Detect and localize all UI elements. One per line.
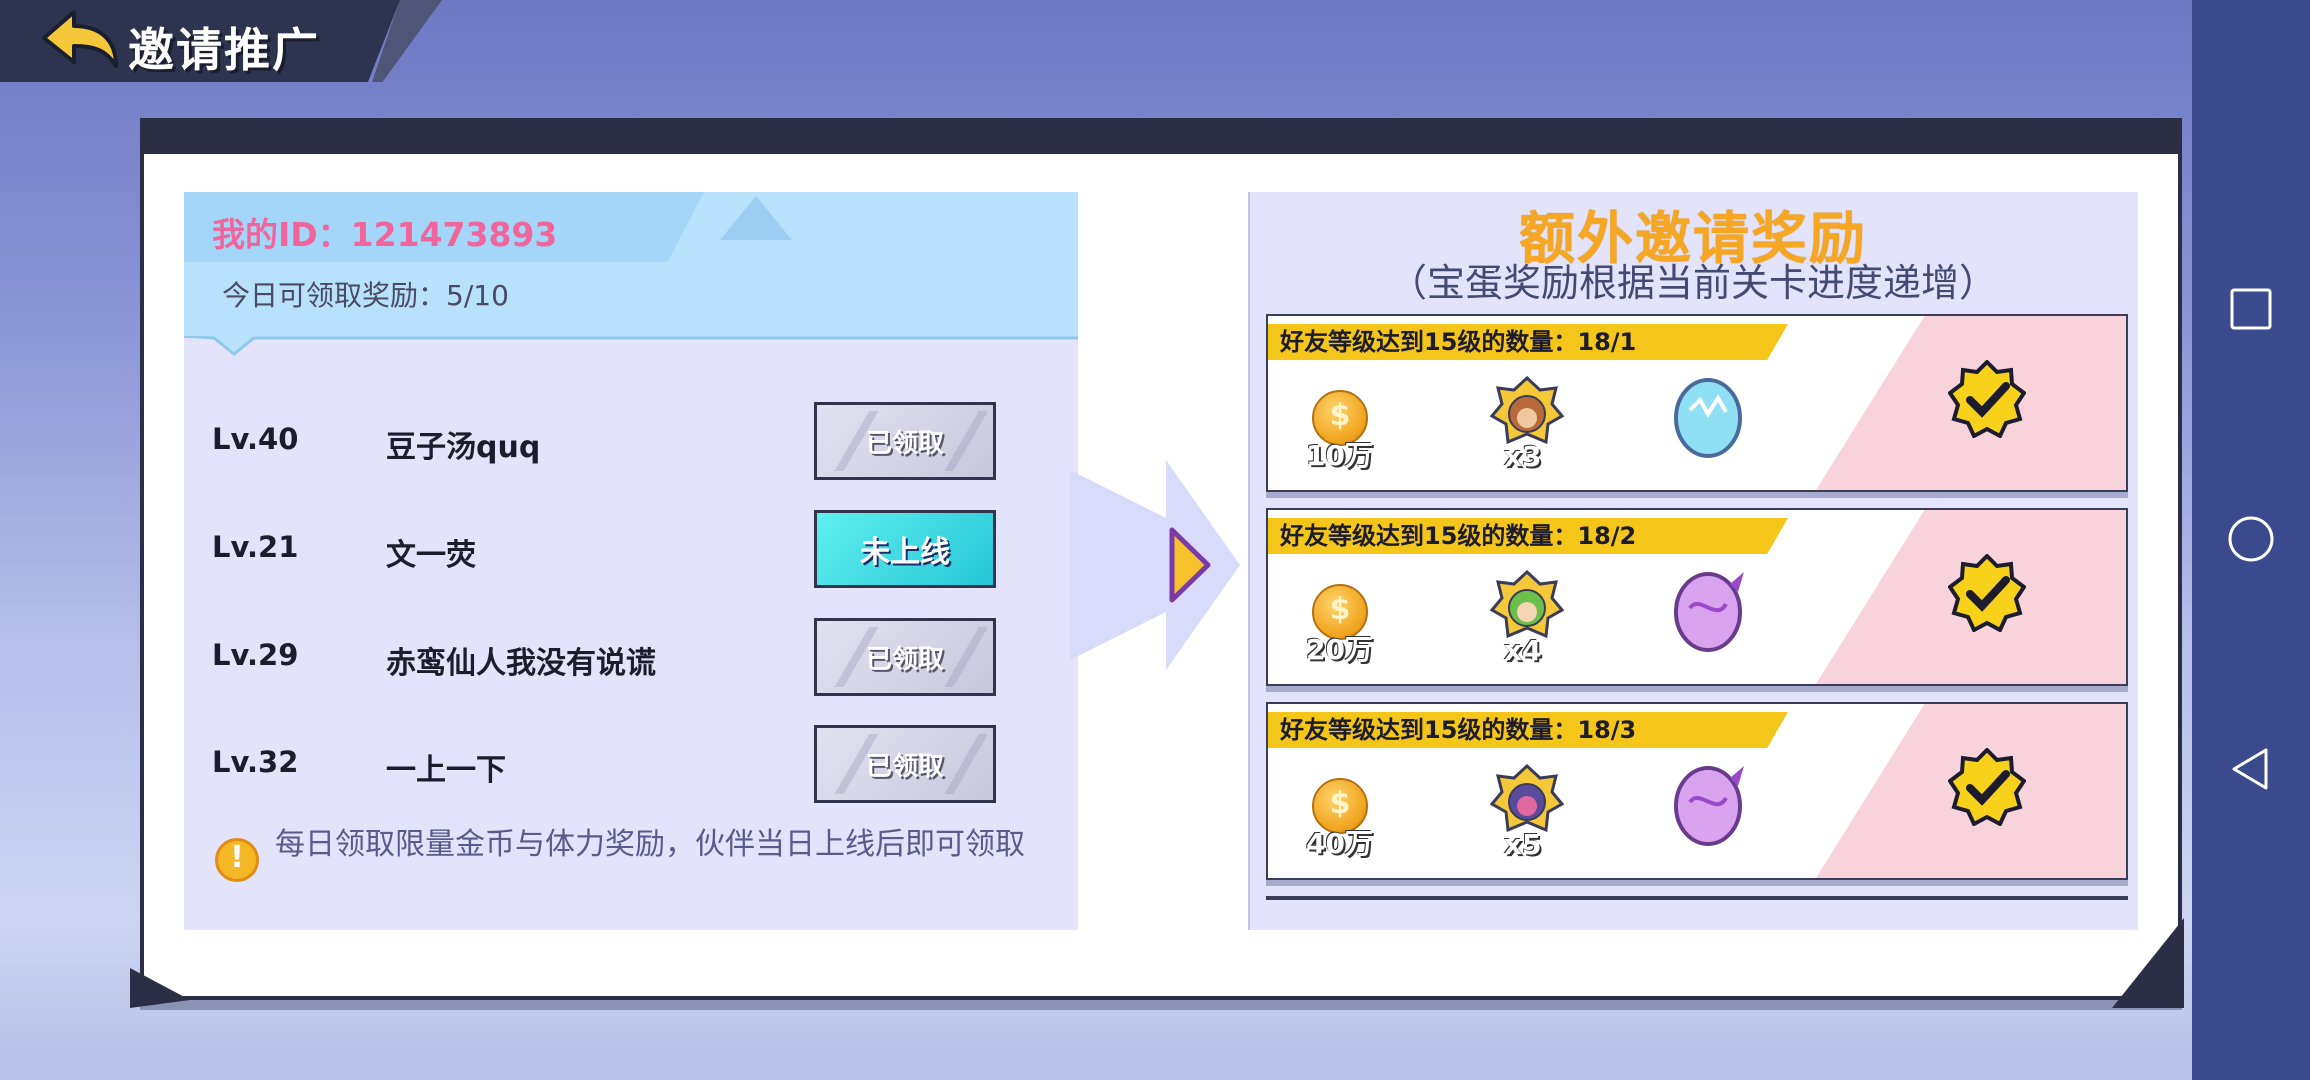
- check-badge-icon: [1947, 359, 2027, 439]
- circle-nav-icon: [2228, 516, 2274, 562]
- friend-name: 豆子汤quq: [386, 430, 541, 465]
- offline-button[interactable]: 未上线: [814, 510, 996, 588]
- hero-icon: [1489, 763, 1565, 838]
- notice-text: 每日领取限量金币与体力奖励，伙伴当日上线后即可领取: [275, 827, 1025, 862]
- friend-level: Lv.29: [212, 638, 299, 672]
- warning-icon: [215, 838, 259, 882]
- page-title: 邀请推广: [128, 23, 320, 77]
- friend-name: 赤鸾仙人我没有说谎: [386, 646, 656, 681]
- arrow-right-icon[interactable]: [1168, 526, 1212, 604]
- egg-icon: [1668, 564, 1748, 654]
- friend-name: 一上一下: [386, 753, 506, 788]
- friend-level: Lv.32: [212, 745, 299, 779]
- reward-condition: 好友等级达到15级的数量：18/3: [1268, 712, 1788, 748]
- egg-icon: [1668, 758, 1748, 848]
- coin-amount: 20万: [1306, 633, 1373, 666]
- system-nav-bar: [2192, 0, 2310, 1080]
- friend-row: Lv.32 一上一下 已领取: [184, 725, 1078, 805]
- daily-reward-count: 今日可领取奖励：5/10: [222, 279, 509, 312]
- reward-tier-card[interactable]: 好友等级达到15级的数量：18/3 40万 x5: [1266, 702, 2128, 880]
- coin-amount: 40万: [1306, 827, 1373, 860]
- reward-condition: 好友等级达到15级的数量：18/1: [1268, 324, 1788, 360]
- reward-list-edge: [1266, 896, 2128, 900]
- recent-apps-button[interactable]: [2226, 284, 2276, 334]
- reward-condition: 好友等级达到15级的数量：18/2: [1268, 518, 1788, 554]
- coin-amount: 10万: [1306, 439, 1373, 472]
- back-button[interactable]: [38, 8, 120, 74]
- my-id: 我的ID：121473893: [212, 215, 558, 254]
- hero-count: x4: [1504, 634, 1542, 667]
- hero-count: x5: [1504, 828, 1542, 861]
- friend-row: Lv.29 赤鸾仙人我没有说谎 已领取: [184, 618, 1078, 698]
- claimed-button[interactable]: 已领取: [814, 725, 996, 803]
- back-arrow-icon: [42, 10, 118, 68]
- check-badge-icon: [1947, 553, 2027, 633]
- square-nav-icon: [2230, 288, 2272, 330]
- hero-icon: [1489, 569, 1565, 644]
- friend-row: Lv.21 文一荧 未上线: [184, 510, 1078, 590]
- friend-level: Lv.40: [212, 422, 299, 456]
- triangle-nav-icon: [2232, 748, 2268, 790]
- hero-count: x3: [1504, 440, 1542, 473]
- check-badge-icon: [1947, 747, 2027, 827]
- id-banner-tab: [183, 334, 1078, 356]
- claimed-button[interactable]: 已领取: [814, 402, 996, 480]
- home-button[interactable]: [2226, 514, 2276, 564]
- claimed-button[interactable]: 已领取: [814, 618, 996, 696]
- friend-level: Lv.21: [212, 530, 299, 564]
- friend-name: 文一荧: [386, 538, 476, 573]
- egg-icon: [1668, 370, 1748, 460]
- hero-icon: [1489, 375, 1565, 450]
- back-nav-button[interactable]: [2226, 744, 2276, 794]
- reward-tier-card[interactable]: 好友等级达到15级的数量：18/1 10万 x3: [1266, 314, 2128, 492]
- reward-subtitle: （宝蛋奖励根据当前关卡进度递增）: [1388, 261, 1997, 305]
- arrow-decoration: [1070, 460, 1240, 670]
- friend-row: Lv.40 豆子汤quq 已领取: [184, 402, 1078, 482]
- reward-tier-card[interactable]: 好友等级达到15级的数量：18/2 20万 x4: [1266, 508, 2128, 686]
